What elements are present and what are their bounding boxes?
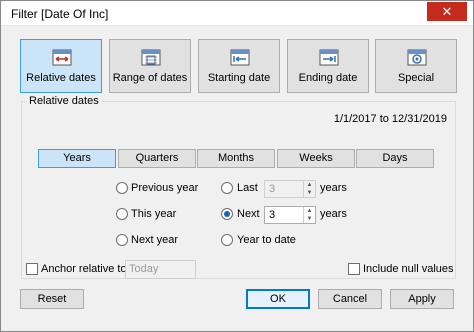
filter-dialog: Filter [Date Of Inc] ✕ Relative dates Ra… [0, 0, 474, 332]
relative-dates-icon [52, 49, 72, 66]
next-year-radio[interactable] [116, 234, 128, 246]
previous-year-label: Previous year [131, 182, 199, 194]
starting-date-icon [230, 49, 250, 66]
tab-weeks[interactable]: Weeks [277, 149, 355, 168]
last-n-spin-arrows[interactable]: ▲ ▼ [303, 181, 315, 197]
include-null-checkbox[interactable] [348, 263, 360, 275]
this-year-radio[interactable] [116, 208, 128, 220]
include-null-label: Include null values [363, 263, 454, 275]
range-of-dates-button[interactable]: Range of dates [109, 39, 191, 93]
close-icon: ✕ [441, 4, 453, 19]
apply-button[interactable]: Apply [390, 289, 454, 309]
next-n-label: Next [237, 208, 260, 220]
close-button[interactable]: ✕ [427, 2, 467, 21]
last-n-radio[interactable] [221, 182, 233, 194]
tab-years[interactable]: Years [38, 149, 116, 168]
anchor-label: Anchor relative to [41, 263, 127, 275]
date-range-summary: 1/1/2017 to 12/31/2019 [333, 113, 447, 125]
next-n-unit: years [320, 208, 347, 220]
next-year-label: Next year [131, 234, 179, 246]
next-n-spin-arrows[interactable]: ▲ ▼ [303, 207, 315, 223]
anchor-checkbox[interactable] [26, 263, 38, 275]
cancel-button[interactable]: Cancel [318, 289, 382, 309]
tab-days[interactable]: Days [356, 149, 434, 168]
special-button[interactable]: Special [375, 39, 457, 93]
this-year-label: This year [131, 208, 177, 220]
starting-date-button[interactable]: Starting date [198, 39, 280, 93]
anchor-date-input[interactable]: Today [125, 260, 196, 279]
title-bar: Filter [Date Of Inc] ✕ [1, 1, 473, 26]
to-date-label: Year to date [237, 234, 296, 246]
tab-months[interactable]: Months [197, 149, 275, 168]
relative-dates-button[interactable]: Relative dates [20, 39, 102, 93]
ending-date-icon [319, 49, 339, 66]
relative-dates-label: Relative dates [26, 72, 96, 84]
group-label: Relative dates [27, 95, 101, 107]
last-n-unit: years [320, 182, 347, 194]
ending-date-label: Ending date [298, 72, 358, 84]
range-of-dates-icon [141, 49, 161, 66]
reset-button[interactable]: Reset [20, 289, 84, 309]
last-n-value: 3 [269, 183, 276, 195]
ending-date-button[interactable]: Ending date [287, 39, 369, 93]
to-date-radio[interactable] [221, 234, 233, 246]
dialog-title: Filter [Date Of Inc] [11, 7, 109, 21]
next-n-radio[interactable] [221, 208, 233, 220]
range-of-dates-label: Range of dates [112, 72, 188, 84]
starting-date-label: Starting date [207, 72, 271, 84]
special-icon [407, 49, 427, 66]
special-label: Special [397, 72, 435, 84]
previous-year-radio[interactable] [116, 182, 128, 194]
next-n-stepper[interactable]: 3 ▲ ▼ [264, 206, 316, 224]
next-n-value: 3 [269, 209, 276, 221]
ok-button[interactable]: OK [246, 289, 310, 309]
tab-quarters[interactable]: Quarters [118, 149, 196, 168]
last-n-label: Last [237, 182, 258, 194]
last-n-stepper[interactable]: 3 ▲ ▼ [264, 180, 316, 198]
